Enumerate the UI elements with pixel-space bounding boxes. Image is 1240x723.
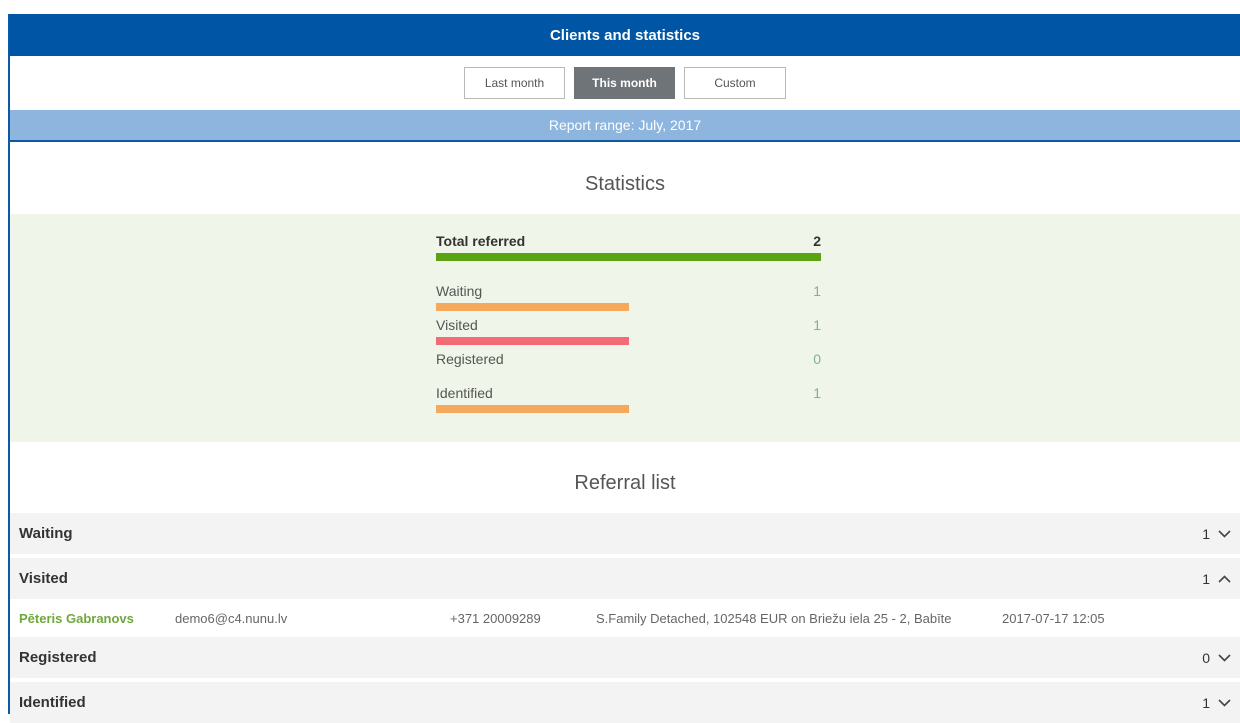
group-registered[interactable]: Registered 0 <box>10 637 1240 678</box>
group-visited[interactable]: Visited 1 <box>10 558 1240 599</box>
chevron-down-icon[interactable] <box>1218 529 1231 538</box>
custom-range-button[interactable]: Custom <box>684 67 786 99</box>
report-range-bar: Report range: July, 2017 <box>10 110 1240 142</box>
chevron-up-icon[interactable] <box>1218 574 1231 583</box>
group-label: Identified <box>19 694 86 711</box>
stat-value: 1 <box>813 317 821 333</box>
stat-label: Identified <box>436 385 493 401</box>
last-month-button[interactable]: Last month <box>464 67 565 99</box>
client-property: S.Family Detached, 102548 EUR on Briežu … <box>596 610 952 626</box>
group-label: Waiting <box>19 525 73 542</box>
stat-label: Registered <box>436 351 504 367</box>
stat-value: 1 <box>813 385 821 401</box>
stat-identified: Identified 1 <box>436 385 821 413</box>
statistics-panel: Total referred 2 Waiting 1 Visited 1 Reg… <box>10 214 1240 442</box>
stat-visited-bar <box>436 337 629 345</box>
stat-waiting-bar <box>436 303 629 311</box>
client-row[interactable]: Pēteris Gabranovs demo6@c4.nunu.lv +371 … <box>10 599 1240 637</box>
group-identified[interactable]: Identified 1 <box>10 682 1240 723</box>
group-count: 1 <box>1202 570 1210 587</box>
stat-label: Waiting <box>436 283 483 299</box>
stat-value: 0 <box>813 351 821 367</box>
statistics-heading: Statistics <box>584 173 666 195</box>
stat-visited: Visited 1 <box>436 317 821 345</box>
stat-identified-bar <box>436 405 629 413</box>
panel-title: Clients and statistics <box>549 26 701 44</box>
clients-statistics-panel: Clients and statistics Last month This m… <box>10 14 1240 723</box>
client-datetime: 2017-07-17 12:05 <box>1002 610 1105 626</box>
client-phone: +371 20009289 <box>450 610 541 626</box>
group-count: 1 <box>1202 694 1210 711</box>
chevron-down-icon[interactable] <box>1218 653 1231 662</box>
stat-value: 1 <box>813 283 821 299</box>
group-waiting[interactable]: Waiting 1 <box>10 513 1240 554</box>
stat-label: Visited <box>436 317 478 333</box>
chevron-down-icon[interactable] <box>1218 698 1231 707</box>
range-selector: Last month This month Custom <box>10 56 1240 110</box>
group-count: 1 <box>1202 525 1210 542</box>
stat-registered: Registered 0 <box>436 351 821 371</box>
panel-header: Clients and statistics <box>10 14 1240 56</box>
stat-total-value: 2 <box>813 233 821 249</box>
referral-list-heading: Referral list <box>574 472 676 494</box>
stat-total-label: Total referred <box>436 233 526 249</box>
client-name[interactable]: Pēteris Gabranovs <box>19 611 134 626</box>
stat-total-bar <box>436 253 821 261</box>
report-range-label: Report range: July, 2017 <box>548 117 702 133</box>
group-label: Registered <box>19 649 97 666</box>
group-label: Visited <box>19 570 68 587</box>
group-count: 0 <box>1202 649 1210 666</box>
this-month-button[interactable]: This month <box>574 67 675 99</box>
stat-total: Total referred 2 <box>436 233 821 261</box>
client-email: demo6@c4.nunu.lv <box>175 610 288 626</box>
stat-waiting: Waiting 1 <box>436 283 821 311</box>
